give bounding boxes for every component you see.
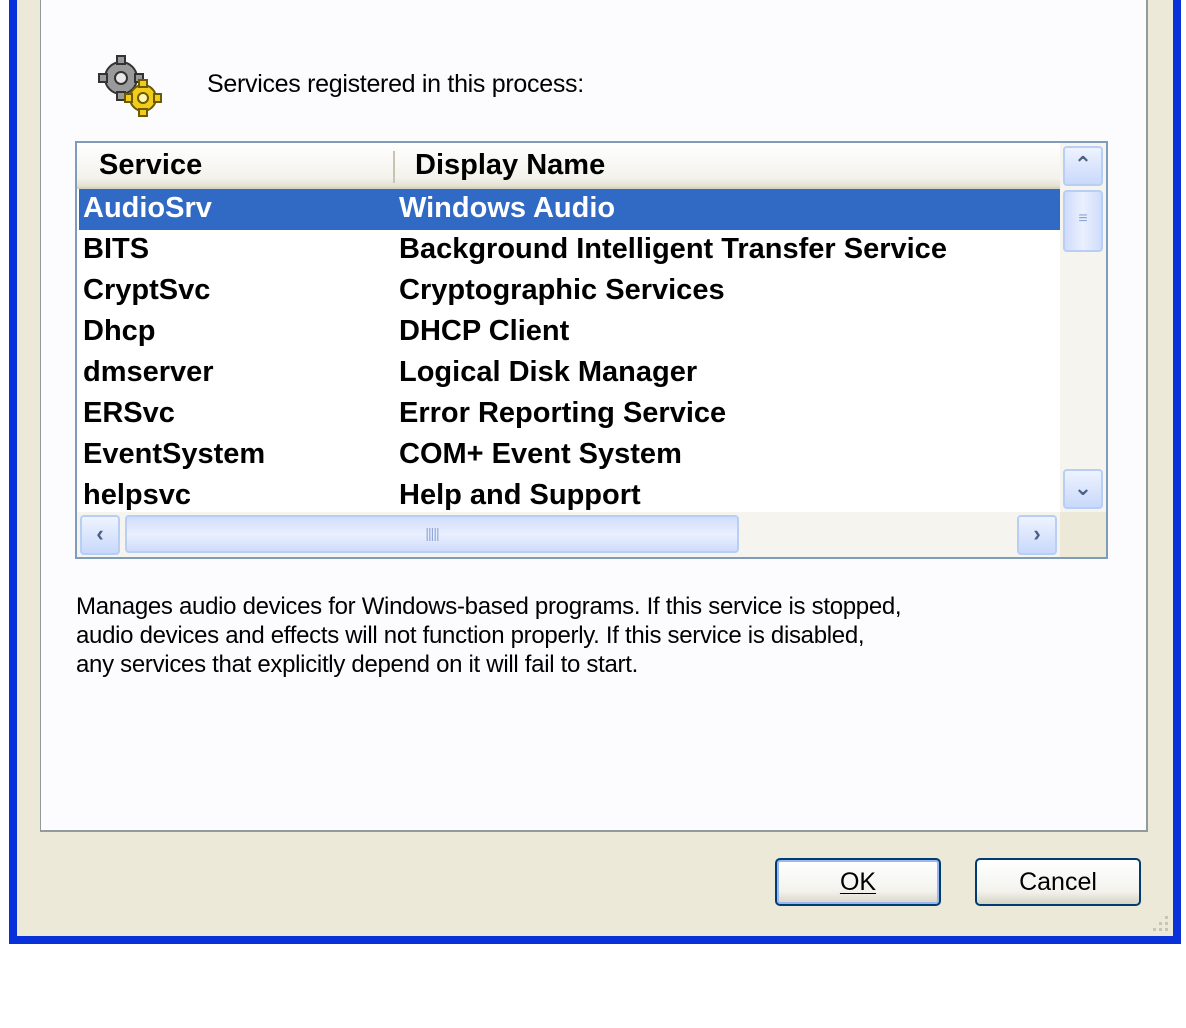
service-cell: helpsvc [83,479,191,511]
chevron-left-icon[interactable]: ‹ [80,515,120,555]
horizontal-scroll-thumb[interactable]: ||||| [125,515,739,553]
display-name-cell: DHCP Client [399,315,570,347]
table-row[interactable]: BITS Background Intelligent Transfer Ser… [79,230,1060,271]
table-row[interactable]: EventSystem COM+ Event System [79,435,1060,476]
vertical-scrollbar[interactable]: ⌃ ≡ ⌄ [1060,143,1106,512]
service-panel: Services registered in this process: Ser… [40,0,1148,832]
service-cell: Dhcp [83,315,156,347]
service-cell: EventSystem [83,438,266,470]
table-row[interactable]: helpsvc Help and Support [79,476,1060,512]
cancel-button-label: Cancel [1019,868,1097,896]
scrollbar-corner [1060,512,1106,557]
chevron-down-icon[interactable]: ⌄ [1063,469,1103,509]
gears-icon [98,55,162,117]
service-cell: BITS [83,233,150,265]
ok-button[interactable]: OK [775,858,941,906]
horizontal-scrollbar[interactable]: ‹ ||||| › [77,512,1060,557]
ok-button-label: OK [839,868,877,896]
description-line: Manages audio devices for Windows-based … [76,593,902,620]
service-description: Manages audio devices for Windows-based … [76,592,976,679]
table-row[interactable]: dmserver Logical Disk Manager [79,353,1060,394]
column-header-display-name[interactable]: Display Name [415,149,605,182]
list-header: Service Display Name [77,143,1060,189]
service-cell: AudioSrv [83,192,212,224]
services-label: Services registered in this process: [207,70,584,98]
vertical-scroll-thumb[interactable]: ≡ [1063,190,1103,252]
dialog-window: Services registered in this process: Ser… [9,0,1181,944]
table-row[interactable]: Dhcp DHCP Client [79,312,1060,353]
display-name-cell: Logical Disk Manager [399,356,698,388]
table-row[interactable]: CryptSvc Cryptographic Services [79,271,1060,312]
display-name-cell: Windows Audio [399,192,616,224]
cancel-button[interactable]: Cancel [975,858,1141,906]
resize-grip-icon[interactable] [1147,910,1171,934]
display-name-cell: Help and Support [399,479,641,511]
description-line: any services that explicitly depend on i… [76,651,638,678]
service-cell: dmserver [83,356,214,388]
chevron-up-icon[interactable]: ⌃ [1063,146,1103,186]
service-cell: CryptSvc [83,274,211,306]
list-body: AudioSrv Windows Audio BITS Background I… [77,189,1060,512]
services-list[interactable]: Service Display Name AudioSrv Windows Au… [75,141,1108,559]
column-separator[interactable] [393,151,395,183]
display-name-cell: COM+ Event System [399,438,682,470]
chevron-right-icon[interactable]: › [1017,515,1057,555]
table-row[interactable]: ERSvc Error Reporting Service [79,394,1060,435]
display-name-cell: Error Reporting Service [399,397,727,429]
table-row[interactable]: AudioSrv Windows Audio [79,189,1060,230]
display-name-cell: Background Intelligent Transfer Service [399,233,947,265]
display-name-cell: Cryptographic Services [399,274,725,306]
service-cell: ERSvc [83,397,175,429]
description-line: audio devices and effects will not funct… [76,622,865,649]
column-header-service[interactable]: Service [99,149,202,182]
